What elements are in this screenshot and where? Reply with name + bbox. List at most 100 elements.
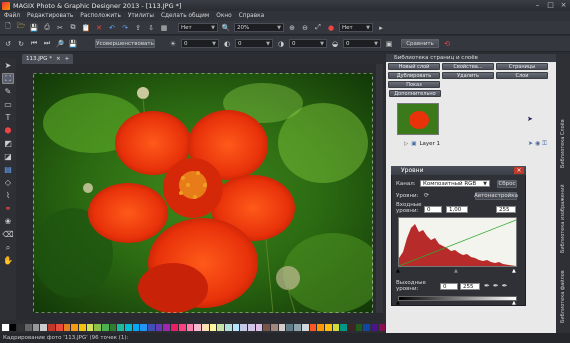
side-tab-images[interactable]: Библиотека изображений [558, 179, 568, 259]
palette-swatch[interactable] [363, 323, 370, 331]
redo-icon[interactable]: ↷ [120, 23, 130, 33]
output-level-white[interactable]: 255 [460, 283, 480, 290]
palette-swatch[interactable] [94, 323, 101, 331]
grid-icon[interactable]: ▦ [159, 23, 169, 33]
minimize-button[interactable]: – [533, 1, 542, 9]
hue-field[interactable]: 0 ▼ [343, 39, 381, 48]
pages-button[interactable]: Страницы [496, 63, 548, 70]
cut-icon[interactable]: ✂ [55, 23, 65, 33]
compare-icon[interactable]: ▣ [384, 39, 394, 49]
mould-tool-icon[interactable]: ◇ [2, 177, 14, 188]
color-icon[interactable]: ● [326, 23, 336, 33]
new-layer-button[interactable]: Новый слой [388, 63, 440, 70]
white-slider-icon[interactable]: ▲ [512, 268, 516, 274]
magnify-icon[interactable]: 🔎 [55, 39, 65, 49]
horizontal-scrollbar[interactable] [16, 313, 383, 320]
rotate-left-icon[interactable]: ↺ [3, 39, 13, 49]
palette-swatch[interactable] [109, 323, 117, 331]
palette-swatch[interactable] [140, 323, 148, 331]
selector-tool-icon[interactable]: ➤ [2, 60, 14, 71]
palette-swatch[interactable] [201, 323, 209, 331]
palette-swatch[interactable] [209, 323, 217, 331]
palette-swatch[interactable] [186, 323, 194, 331]
brightness-field[interactable]: 0 ▼ [181, 39, 219, 48]
levels-close-button[interactable]: × [514, 167, 524, 174]
menu-window[interactable]: Окно [216, 13, 231, 19]
palette-swatch[interactable] [48, 323, 55, 331]
palette-swatch[interactable] [25, 323, 32, 331]
output-black-slider-icon[interactable]: ▲ [396, 300, 400, 306]
palette-swatch[interactable] [301, 323, 309, 331]
output-level-black[interactable]: 0 [440, 283, 458, 290]
palette-swatch[interactable] [194, 323, 201, 331]
palette-swatch[interactable] [255, 323, 263, 331]
palette-swatch[interactable] [17, 323, 25, 331]
side-tab-layers[interactable]: Библиотека Слоёв [558, 114, 568, 174]
gamma-slider-icon[interactable]: ▲ [454, 268, 458, 274]
expand-icon[interactable]: ▷ [404, 141, 408, 147]
delete-button[interactable]: Удалить [442, 72, 494, 79]
duplicate-button[interactable]: Дублировать [388, 72, 440, 79]
maximize-button[interactable]: □ [546, 1, 555, 9]
palette-swatch[interactable] [347, 323, 355, 331]
palette-swatch[interactable] [9, 323, 17, 331]
palette-swatch[interactable] [378, 323, 386, 331]
menu-file[interactable]: Файл [4, 13, 20, 19]
palette-swatch[interactable] [271, 323, 278, 331]
palette-swatch[interactable] [71, 323, 78, 331]
vertical-scrollbar[interactable] [376, 64, 383, 314]
palette-swatch[interactable] [55, 323, 63, 331]
menu-share[interactable]: Сделать общим [161, 13, 209, 19]
freehand-tool-icon[interactable]: ✎ [2, 86, 14, 97]
output-white-slider-icon[interactable]: ▲ [512, 300, 516, 306]
first-icon[interactable]: ⏮ [29, 39, 39, 49]
open-icon[interactable]: 🗁 [16, 22, 26, 33]
palette-swatch[interactable] [324, 323, 332, 331]
add-tab-icon[interactable]: + [65, 56, 70, 62]
undo-icon[interactable]: ↶ [107, 23, 117, 33]
show-button[interactable]: Показ [388, 81, 440, 88]
palette-swatch[interactable] [224, 323, 232, 331]
palette-swatch[interactable] [32, 323, 40, 331]
contour-tool-icon[interactable]: ⌇ [2, 190, 14, 201]
output-sliders[interactable]: ▲ ▲ [396, 300, 519, 306]
menu-arrange[interactable]: Расположить [80, 13, 121, 19]
export-icon[interactable]: ⇩ [146, 23, 156, 33]
visibility-icon[interactable]: ◉ [535, 140, 540, 148]
palette-swatch[interactable] [286, 323, 294, 331]
brightness-icon[interactable]: ☀ [168, 39, 178, 49]
menu-help[interactable]: Справка [239, 13, 265, 19]
palette-swatch[interactable] [148, 323, 155, 331]
palette-swatch[interactable] [2, 323, 9, 331]
white-eyedropper-icon[interactable]: ✒ [502, 282, 508, 290]
properties-button[interactable]: Свойства... [442, 63, 494, 70]
palette-swatch[interactable] [163, 323, 171, 331]
save-icon[interactable]: 💾 [29, 23, 39, 33]
palette-swatch[interactable] [178, 323, 186, 331]
select-layer-icon[interactable]: ➤ [528, 140, 533, 148]
palette-swatch[interactable] [294, 323, 301, 331]
text-tool-icon[interactable]: T [2, 112, 14, 123]
rotate-right-icon[interactable]: ↻ [16, 39, 26, 49]
palette-swatch[interactable] [63, 323, 71, 331]
palette-swatch[interactable] [171, 323, 178, 331]
page-thumbnail[interactable] [397, 103, 439, 135]
palette-swatch[interactable] [117, 323, 124, 331]
blend-tool-icon[interactable]: ⚭ [2, 203, 14, 214]
reset-icon[interactable]: ⟲ [442, 39, 452, 49]
fill-tool-icon[interactable]: ⬢ [2, 125, 14, 136]
new-icon[interactable]: 🗋 [3, 22, 13, 33]
palette-swatch[interactable] [248, 323, 255, 331]
paste-icon[interactable]: 📋 [81, 23, 91, 33]
rectangle-tool-icon[interactable]: ▭ [2, 99, 14, 110]
fit-icon[interactable]: ⤢ [313, 23, 323, 33]
lock-icon[interactable]: ⚿ [542, 140, 547, 148]
close-tab-icon[interactable]: × [56, 56, 61, 62]
document-tab[interactable]: 113.JPG * × + [22, 54, 74, 64]
palette-swatch[interactable] [317, 323, 324, 331]
contrast-field[interactable]: 0 ▼ [235, 39, 273, 48]
saturation-icon[interactable]: ◑ [276, 39, 286, 49]
palette-swatch[interactable] [86, 323, 94, 331]
palette-swatch[interactable] [232, 323, 240, 331]
hue-icon[interactable]: ◒ [330, 39, 340, 49]
